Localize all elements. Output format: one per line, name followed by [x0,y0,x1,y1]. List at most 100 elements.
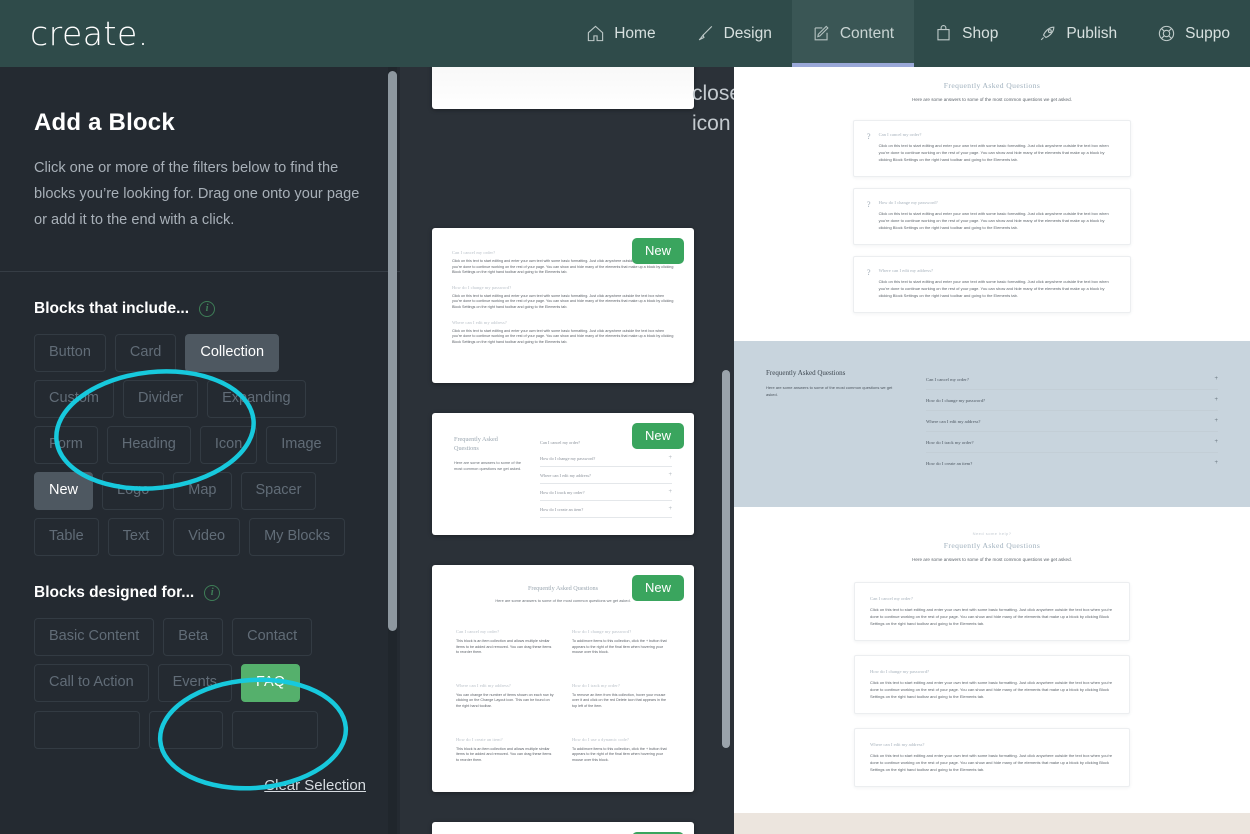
close-icon[interactable]: close-icon [692,79,734,135]
filter-chip-form[interactable]: Form [34,426,98,464]
preview-accordion-row[interactable]: How do I track my order? + [926,432,1218,453]
block-card-partial[interactable] [432,67,694,109]
block-card-faq-stacked[interactable]: New Can I cancel my order? Click on this… [432,228,694,383]
filter-chip-heading[interactable]: Heading [106,426,191,464]
filter-chip-partial-3[interactable] [232,711,318,749]
info-icon[interactable]: i [204,585,221,601]
filter-chip-table[interactable]: Table [34,518,99,556]
faq-accordion-row[interactable]: How do I change my password? + [540,450,672,467]
filter-chip-beta[interactable]: Beta [163,618,224,656]
filter-chip-custom[interactable]: Custom [34,380,114,418]
accordion-row-label: How do I create an item? [926,460,973,466]
filter-chip-contact[interactable]: Contact [232,618,313,656]
filter-chip-icon[interactable]: Icon [199,426,258,464]
preview-question-card[interactable]: Where can I edit my address? Click on th… [854,728,1130,787]
info-icon[interactable]: i [199,301,216,317]
plus-icon[interactable]: + [668,489,672,495]
filter-chip-button[interactable]: Button [34,334,106,372]
faq-cell[interactable]: How do I create an item? This block is a… [456,737,554,764]
faq-cell[interactable]: How do I use a dynamic code? To add/more… [572,737,670,764]
edit-icon [812,24,831,43]
page-preview-canvas[interactable]: Frequently Asked Questions Here are some… [734,67,1250,834]
preview-accordion-row[interactable]: Where can I edit my address? + [926,411,1218,432]
filter-chip-partial-1[interactable] [34,711,140,749]
nav-item-support[interactable]: Suppo [1137,0,1250,67]
block-card-faq-two-column[interactable]: New Frequently Asked Questions Here are … [432,565,694,792]
faq-answer: You can change the number of items shown… [456,692,554,708]
preview-section-faq-three-card-beige[interactable]: Frequently Asked Questions ? Can I cance… [734,813,1250,834]
accordion-label: How do I change my password? [540,455,596,461]
block-card-faq-three-column-icon[interactable]: New ? Can I cancel my order? This block … [432,822,694,834]
faq-accordion-row[interactable]: How do I track my order? + [540,484,672,501]
filter-chip-map[interactable]: Map [173,472,232,510]
plus-icon[interactable]: + [668,506,672,512]
nav-item-home[interactable]: Home [566,0,675,67]
filter-chip-basic-content[interactable]: Basic Content [34,618,155,656]
faq-question: Where can I edit my address? [456,682,511,688]
faq-question: How do I create an item? [456,736,503,742]
preview-section-faq-question-cards[interactable]: Frequently Asked Questions Here are some… [734,67,1250,335]
blocks-panel-scrollbar-thumb[interactable] [722,370,730,748]
question-answer: Click on this text to start editing and … [878,211,1109,230]
plus-icon[interactable]: + [1214,397,1218,403]
filter-chip-partial-2[interactable] [149,711,223,749]
filter-chip-image[interactable]: Image [266,426,337,464]
new-badge: New [631,423,684,449]
filter-chip-divider[interactable]: Divider [122,380,199,418]
plus-icon[interactable]: + [668,472,672,478]
preview-question-card[interactable]: ? Can I cancel my order? Click on this t… [853,120,1131,177]
question-heading: Can I cancel my order? [870,596,913,601]
plus-icon[interactable]: + [1214,376,1218,382]
faq-accordion-row[interactable]: Where can I edit my address? + [540,467,672,484]
faq-subheading: Here are some answers to some of the mos… [454,460,522,471]
faq-cell[interactable]: How do I track my order? To remove an it… [572,683,670,710]
preview-question-card[interactable]: Can I cancel my order? Click on this tex… [854,582,1130,641]
accordion-row-label: How do I track my order? [926,439,974,445]
block-card-faq-accordion-split[interactable]: New Frequently Asked Questions Here are … [432,413,694,535]
left-panel-scrollbar-thumb[interactable] [388,71,397,631]
preview-section-faq-cards-light[interactable]: Need some help? Frequently Asked Questio… [734,507,1250,813]
faq-accordion-row[interactable]: How do I create an item? + [540,501,672,518]
preview-accordion-row[interactable]: Can I cancel my order? + [926,369,1218,390]
preview-question-card[interactable]: ? Where can I edit my address? Click on … [853,256,1131,313]
clear-selection-link[interactable]: Clear Selection [264,777,366,794]
filter-chip-video[interactable]: Video [173,518,241,556]
filter-chip-spacer[interactable]: Spacer [240,472,317,510]
preview-heading: Frequently Asked Questions [943,541,1041,550]
faq-answer: Click on this text to start editing and … [452,293,674,309]
preview-question-card[interactable]: How do I change my password? Click on th… [854,655,1130,714]
accordion-label: How do I track my order? [540,489,585,495]
app-logo[interactable]: create. [30,14,149,53]
filter-chip-group-include: Button Card Collection Custom Divider Ex… [34,334,366,556]
filter-chip-faq[interactable]: FAQ [240,664,300,702]
faq-cell[interactable]: Where can I edit my address? You can cha… [456,683,554,710]
faq-cell[interactable]: How do I change my password? To add/more… [572,629,670,656]
filter-chip-new[interactable]: New [34,472,94,510]
preview-accordion-row[interactable]: How do I change my password? + [926,390,1218,411]
nav-item-content[interactable]: Content [791,0,915,67]
preview-question-card[interactable]: ? How do I change my password? Click on … [853,188,1131,245]
add-block-header: Add a Block Click one or more of the fil… [0,67,400,233]
plus-icon[interactable]: + [1214,418,1218,424]
filter-chip-logo[interactable]: Logo [102,472,165,510]
filter-chip-collection[interactable]: Collection [185,334,280,372]
nav-item-shop[interactable]: Shop [914,0,1018,67]
filter-chip-call-to-action[interactable]: Call to Action [34,664,149,702]
preview-accordion-row[interactable]: How do I create an item? + [926,453,1218,473]
preview-section-faq-accordion[interactable]: Frequently Asked Questions Here are some… [734,341,1250,507]
section-heading-label: Blocks designed for... [34,584,195,601]
filter-chip-my-blocks[interactable]: My Blocks [249,518,346,556]
nav-item-design[interactable]: Design [676,0,792,67]
filter-chip-text[interactable]: Text [107,518,165,556]
filter-chip-expanding[interactable]: Expanding [207,380,306,418]
nav-item-publish[interactable]: Publish [1018,0,1137,67]
plus-icon[interactable]: + [1214,439,1218,445]
faq-question: Can I cancel my order? [456,629,500,634]
faq-cell[interactable]: Can I cancel my order? This block is an … [456,629,554,656]
plus-icon[interactable]: + [668,455,672,461]
filter-chip-card[interactable]: Card [114,334,177,372]
faq-answer: To add/more items to this collection, cl… [572,639,667,655]
lifering-icon [1157,24,1176,43]
plus-icon[interactable]: + [1214,460,1218,466]
filter-chip-events[interactable]: Events [157,664,232,702]
